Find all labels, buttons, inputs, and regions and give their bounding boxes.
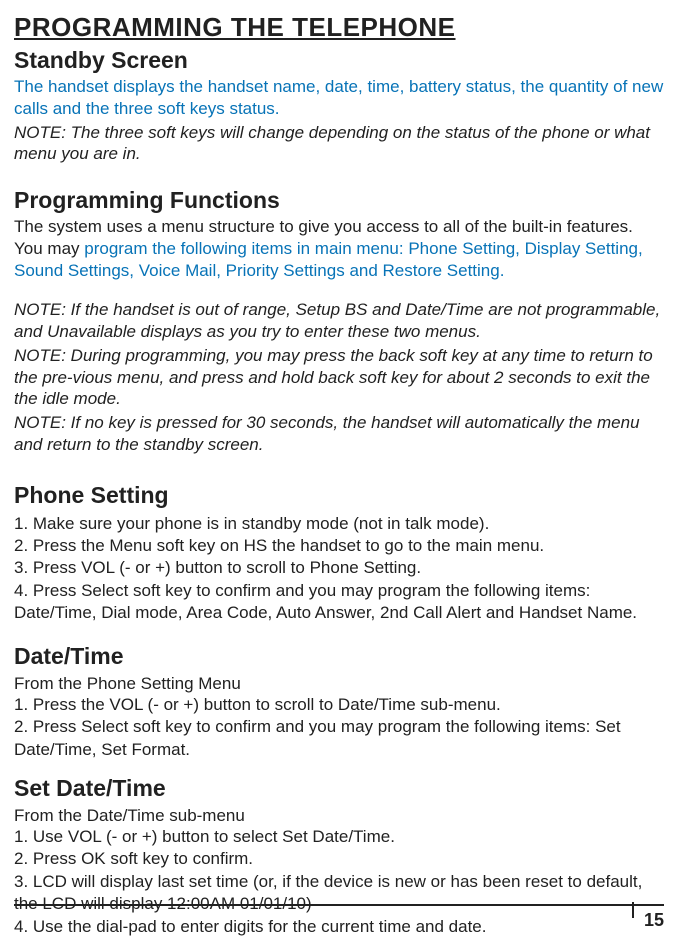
phone-setting-steps: 1. Make sure your phone is in standby mo… xyxy=(14,513,664,625)
date-time-step-2: 2. Press Select soft key to confirm and … xyxy=(14,716,664,761)
programming-note-1: NOTE: If the handset is out of range, Se… xyxy=(14,299,664,343)
set-date-time-step-1: 1. Use VOL (- or +) button to select Set… xyxy=(14,826,664,848)
page-footer: 15 xyxy=(14,904,664,906)
standby-heading: Standby Screen xyxy=(14,47,664,74)
date-time-lead: From the Phone Setting Menu xyxy=(14,674,664,694)
standby-note: NOTE: The three soft keys will change de… xyxy=(14,122,664,166)
set-date-time-steps: 1. Use VOL (- or +) button to select Set… xyxy=(14,826,664,938)
standby-highlight-text: The handset displays the handset name, d… xyxy=(14,76,664,120)
date-time-step-1: 1. Press the VOL (- or +) button to scro… xyxy=(14,694,664,716)
set-date-time-step-4: 4. Use the dial-pad to enter digits for … xyxy=(14,916,664,938)
set-date-time-step-2: 2. Press OK soft key to confirm. xyxy=(14,848,664,870)
phone-setting-heading: Phone Setting xyxy=(14,482,664,509)
programming-lead-highlight: program the following items in main menu… xyxy=(14,239,643,280)
phone-setting-step-3: 3. Press VOL (- or +) button to scroll t… xyxy=(14,557,664,579)
programming-note-2: NOTE: During programming, you may press … xyxy=(14,345,664,410)
programming-lead: The system uses a menu structure to give… xyxy=(14,216,664,281)
set-date-time-heading: Set Date/Time xyxy=(14,775,664,802)
phone-setting-step-2: 2. Press the Menu soft key on HS the han… xyxy=(14,535,664,557)
date-time-heading: Date/Time xyxy=(14,643,664,670)
programming-note-3: NOTE: If no key is pressed for 30 second… xyxy=(14,412,664,456)
date-time-steps: 1. Press the VOL (- or +) button to scro… xyxy=(14,694,664,761)
footer-rule xyxy=(14,904,664,906)
page-title: PROGRAMMING THE TELEPHONE xyxy=(14,12,664,43)
set-date-time-lead: From the Date/Time sub-menu xyxy=(14,806,664,826)
footer-tick xyxy=(632,902,634,918)
page-number: 15 xyxy=(644,910,664,931)
phone-setting-step-1: 1. Make sure your phone is in standby mo… xyxy=(14,513,664,535)
phone-setting-step-4: 4. Press Select soft key to confirm and … xyxy=(14,580,664,625)
set-date-time-step-3: 3. LCD will display last set time (or, i… xyxy=(14,871,664,916)
programming-heading: Programming Functions xyxy=(14,187,664,214)
